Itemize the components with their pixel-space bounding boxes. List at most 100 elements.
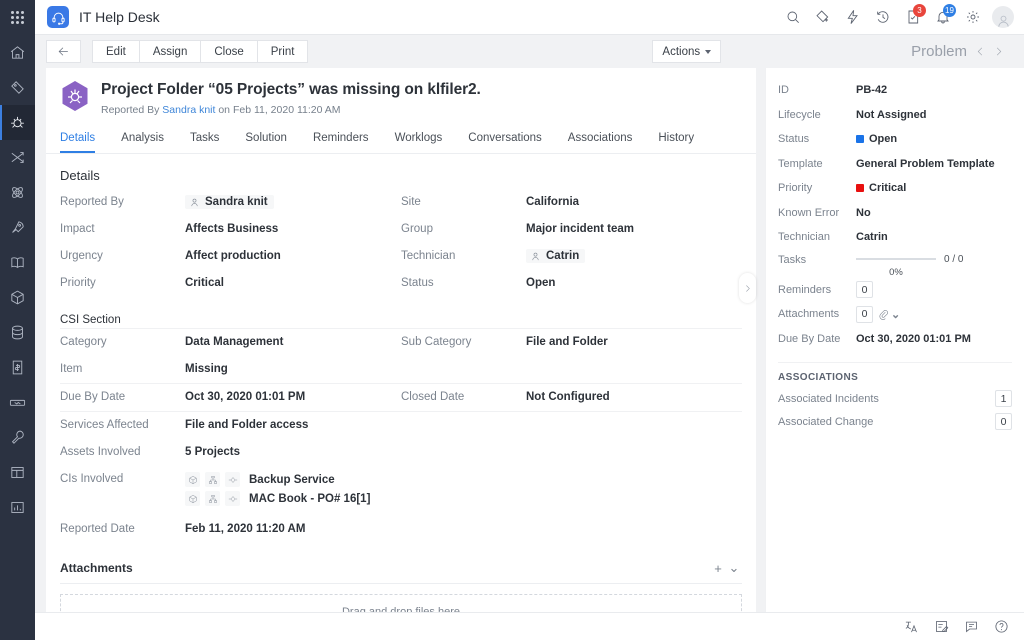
sidebar-item-changes[interactable] (0, 140, 35, 175)
field-label: Assets Involved (60, 445, 185, 460)
tab-reminders[interactable]: Reminders (313, 127, 369, 153)
settings-icon[interactable] (958, 0, 988, 35)
new-ticket-icon[interactable] (808, 0, 838, 35)
close-button[interactable]: Close (201, 40, 257, 63)
sidebar-item-contracts[interactable] (0, 385, 35, 420)
chevron-down-icon[interactable]: ⌄ (891, 308, 900, 321)
hierarchy-icon[interactable] (205, 472, 220, 487)
reported-by-value[interactable]: Sandra knit (185, 195, 274, 209)
field-label: Status (401, 276, 526, 291)
chevron-down-icon (705, 50, 711, 54)
notifications-icon[interactable]: 19 (928, 0, 958, 35)
sidebar-item-releases[interactable] (0, 175, 35, 210)
footer-bar (35, 612, 1024, 640)
sidebar-item-projects[interactable] (0, 210, 35, 245)
cube-icon[interactable] (185, 472, 200, 487)
relation-icon[interactable] (225, 472, 240, 487)
association-label: Associated Change (778, 416, 995, 428)
back-button[interactable] (46, 40, 81, 63)
headset-icon (47, 6, 69, 28)
hierarchy-icon[interactable] (205, 491, 220, 506)
application-header: IT Help Desk 3 19 (35, 0, 1024, 35)
sidebar-item-admin[interactable] (0, 420, 35, 455)
reminders-count[interactable]: 0 (856, 281, 873, 298)
app-shell: IT Help Desk 3 19 (35, 0, 1024, 640)
approvals-icon[interactable]: 3 (898, 0, 928, 35)
field-label: Technician (401, 249, 526, 264)
field-label: Site (401, 195, 526, 210)
associated-incidents-count[interactable]: 1 (995, 390, 1012, 407)
priority-value: Critical (185, 276, 224, 291)
panel-collapse-handle[interactable] (739, 273, 756, 303)
tab-worklogs[interactable]: Worklogs (395, 127, 443, 153)
sidebar-item-dashboard[interactable] (0, 455, 35, 490)
tab-associations[interactable]: Associations (568, 127, 633, 153)
field-label: Closed Date (401, 390, 526, 405)
cis-involved-row: CIs Involved Backup Service (60, 466, 742, 516)
tab-details[interactable]: Details (60, 127, 95, 153)
previous-record-button[interactable] (971, 45, 989, 58)
status-value: Open (869, 133, 897, 145)
sidebar-item-solutions[interactable] (0, 245, 35, 280)
quick-actions-icon[interactable] (838, 0, 868, 35)
ci-item[interactable]: MAC Book - PO# 16[1] (185, 491, 370, 506)
technician-value[interactable]: Catrin (526, 249, 585, 263)
add-note-icon[interactable] (926, 619, 956, 634)
help-icon[interactable] (986, 619, 1016, 634)
sidebar-item-problems[interactable] (0, 105, 35, 140)
associated-change-count[interactable]: 0 (995, 413, 1012, 430)
translate-icon[interactable] (896, 619, 926, 634)
tab-analysis[interactable]: Analysis (121, 127, 164, 153)
ticket-icon (9, 79, 26, 96)
sidebar-item-requests[interactable] (0, 70, 35, 105)
reporter-link[interactable]: Sandra knit (162, 104, 215, 116)
tasks-percent: 0% (856, 267, 936, 278)
avatar[interactable] (992, 6, 1014, 28)
sidebar-item-purchase[interactable] (0, 350, 35, 385)
assign-button[interactable]: Assign (140, 40, 202, 63)
search-icon[interactable] (778, 0, 808, 35)
attachments-row: Attachments 0 ⌄ (778, 302, 1012, 327)
tab-solution[interactable]: Solution (245, 127, 287, 153)
field-label: Category (60, 335, 185, 350)
property-label: ID (778, 84, 856, 96)
edit-button[interactable]: Edit (92, 40, 140, 63)
attachments-count[interactable]: 0 (856, 306, 873, 323)
chevron-down-icon[interactable]: ⌄ (726, 560, 742, 576)
group-value: Major incident team (526, 222, 634, 237)
next-record-button[interactable] (989, 45, 1007, 58)
impact-value: Affects Business (185, 222, 278, 237)
print-button[interactable]: Print (258, 40, 309, 63)
reminders-row: Reminders 0 (778, 278, 1012, 303)
tab-conversations[interactable]: Conversations (468, 127, 542, 153)
services-affected-value: File and Folder access (185, 418, 308, 433)
sidebar-item-assets[interactable] (0, 280, 35, 315)
attachments-dropzone[interactable]: Drag and drop files here (60, 594, 742, 612)
sidebar-item-home[interactable] (0, 35, 35, 70)
csi-section-title: CSI Section (60, 314, 742, 326)
lifecycle-value: Not Assigned (856, 109, 927, 121)
cube-icon[interactable] (185, 491, 200, 506)
sidebar-item-reports[interactable] (0, 490, 35, 525)
chat-icon[interactable] (956, 619, 986, 634)
priority-field: Critical (856, 182, 906, 194)
field-label: Services Affected (60, 418, 185, 433)
field-row: Impact Affects Business Group Major inci… (60, 216, 742, 243)
tab-history[interactable]: History (658, 127, 694, 153)
recent-items-icon[interactable] (868, 0, 898, 35)
page-title: IT Help Desk (79, 9, 160, 25)
template-value: General Problem Template (856, 158, 995, 170)
tab-tasks[interactable]: Tasks (190, 127, 219, 153)
category-value: Data Management (185, 335, 283, 350)
paperclip-icon[interactable]: ⌄ (878, 308, 900, 321)
apps-grid-icon[interactable] (0, 0, 35, 35)
plus-icon[interactable]: + (710, 561, 726, 576)
approvals-badge: 3 (913, 4, 926, 17)
relation-icon[interactable] (225, 491, 240, 506)
rocket-icon (9, 219, 26, 236)
tasks-progress-bar (856, 258, 936, 260)
ci-item[interactable]: Backup Service (185, 472, 370, 487)
field-row: Services Affected File and Folder access (60, 412, 742, 439)
actions-dropdown[interactable]: Actions (652, 40, 721, 63)
sidebar-item-cmdb[interactable] (0, 315, 35, 350)
